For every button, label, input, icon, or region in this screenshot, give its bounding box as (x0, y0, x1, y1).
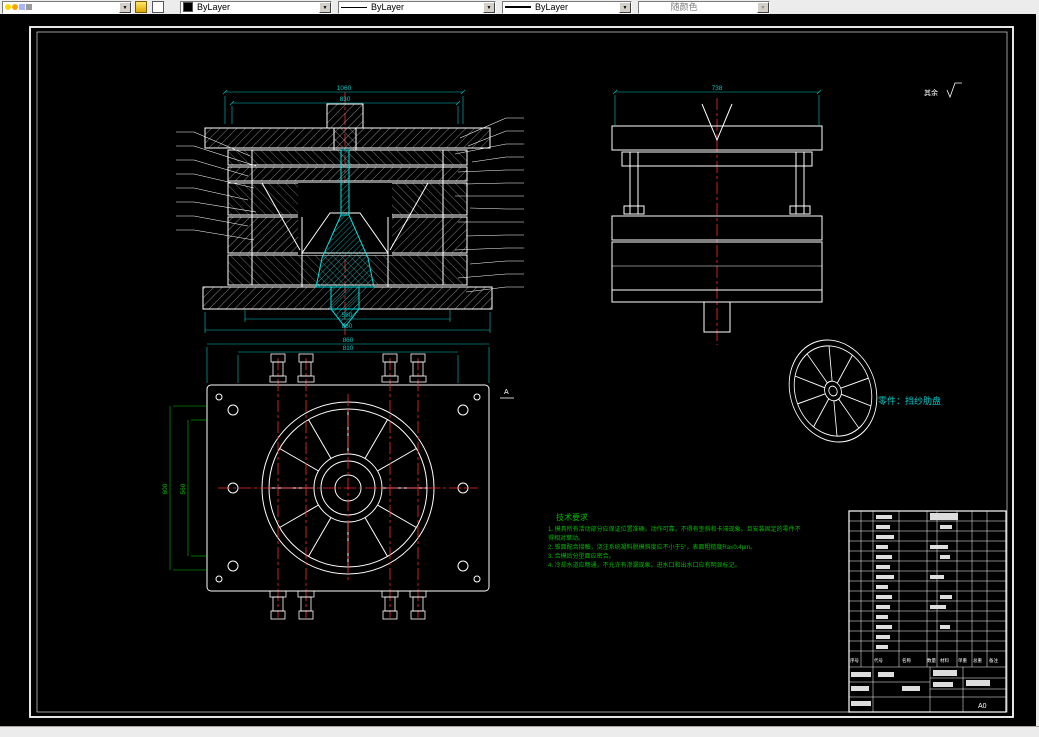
layer-on-icon (5, 4, 11, 10)
tech-requirements: 技术要求 1. 模具所有活动部分应保证位置准确，动作可靠，不得有歪斜和卡滞现象。… (548, 512, 801, 569)
tech-requirements-title: 技术要求 (556, 512, 588, 522)
title-block-text-marks (851, 513, 990, 706)
chevron-down-icon[interactable]: ▼ (119, 1, 131, 13)
layer-properties-button[interactable] (132, 1, 149, 14)
dim-sec-bot-inner: 560 (342, 312, 353, 319)
tech-line: 4. 冷却水道应畅通，不允许有渗漏现象。进水口和出水口应有明显标记。 (548, 561, 741, 569)
plotstyle-control-combo: 随颜色 ▼ (638, 0, 770, 14)
make-layer-current-button[interactable] (149, 1, 166, 14)
color-control-combo[interactable]: ByLayer ▼ (180, 0, 332, 14)
properties-toolbar: ▼ ByLayer ▼ ByLayer ▼ ByLayer ▼ 随颜色 ▼ (0, 0, 1039, 15)
svg-text:序号: 序号 (850, 657, 859, 664)
dim-plan-top-inner: 810 (343, 345, 354, 352)
surface-finish-symbol: 其余 (924, 82, 962, 99)
layer-state-icons (5, 4, 32, 10)
dimensions-green: 600 560 (162, 405, 207, 571)
lineweight-combo-value: ByLayer (535, 1, 569, 12)
dim-plan-top-outer: 860 (343, 337, 354, 344)
chevron-down-icon: ▼ (756, 1, 769, 13)
dim-side-top: 738 (712, 85, 723, 92)
svg-text:名称: 名称 (902, 657, 911, 664)
linetype-control-combo[interactable]: ByLayer ▼ (338, 0, 496, 14)
dim-plan-left-inner: 560 (180, 483, 187, 494)
dim-sec-bot-outer: 860 (342, 323, 353, 330)
surface-note-text: 其余 (924, 88, 938, 97)
lineweight-control-combo[interactable]: ByLayer ▼ (502, 0, 632, 14)
plan-centerlines (218, 358, 478, 618)
sheet-size-label: A0 (978, 703, 987, 710)
section-marker: A (500, 389, 514, 399)
side-view (611, 98, 823, 345)
linetype-combo-value: ByLayer (371, 1, 405, 12)
layer-freeze-icon (12, 4, 18, 10)
parts-list-headers: 序号 代号 名称 数量 材料 单重 总重 备注 (850, 657, 998, 664)
section-view (176, 92, 524, 338)
drawing-svg[interactable]: 其余 A 1060 830 560 860 738 860 810 600 56… (0, 14, 1036, 726)
layers-icon (134, 1, 147, 13)
linetype-sample (341, 6, 367, 8)
dim-sec-top-inner: 830 (340, 96, 351, 103)
plan-view: A (206, 353, 514, 620)
tech-line: 2. 锥面配合接触，浇注系统凝料脱模斜度应不小于5°，表面粗糙度Ra≤0.4μm… (548, 543, 756, 551)
layer-sheet-icon (151, 1, 164, 13)
status-bar (0, 726, 1039, 737)
lineweight-sample (505, 6, 531, 8)
roughness-check-icon (946, 82, 962, 99)
tech-line: 3. 合模后分型面应密合。 (548, 552, 615, 560)
svg-text:单重: 单重 (958, 657, 967, 664)
tech-line: 得相对窜动。 (548, 534, 584, 542)
wheel-part-view: 零件：挡纱肋盘 (788, 339, 941, 443)
chevron-down-icon[interactable]: ▼ (319, 1, 331, 13)
model-space-canvas[interactable]: 其余 A 1060 830 560 860 738 860 810 600 56… (0, 14, 1036, 726)
svg-text:数量: 数量 (927, 657, 936, 664)
layer-control-combo[interactable]: ▼ (2, 0, 132, 14)
dim-plan-left-outer: 600 (162, 483, 169, 494)
chevron-down-icon[interactable]: ▼ (619, 1, 631, 13)
svg-text:代号: 代号 (874, 657, 883, 664)
tech-line: 1. 模具所有活动部分应保证位置准确，动作可靠，不得有歪斜和卡滞现象。且安装固定… (548, 525, 801, 533)
plotstyle-combo-value: 随颜色 (670, 1, 698, 12)
layer-plot-icon (26, 4, 32, 10)
svg-text:总重: 总重 (973, 657, 982, 663)
part-label: 零件：挡纱肋盘 (878, 395, 941, 406)
layer-lock-icon (19, 4, 25, 10)
title-block: 序号 代号 名称 数量 材料 单重 总重 备注 A0 (848, 510, 1007, 713)
color-swatch (183, 2, 193, 12)
dim-sec-top-outer: 1060 (337, 85, 352, 92)
color-combo-value: ByLayer (197, 1, 231, 12)
chevron-down-icon[interactable]: ▼ (483, 1, 495, 13)
svg-text:材料: 材料 (940, 657, 949, 664)
svg-text:备注: 备注 (989, 657, 998, 664)
section-marker-label: A (504, 389, 509, 396)
